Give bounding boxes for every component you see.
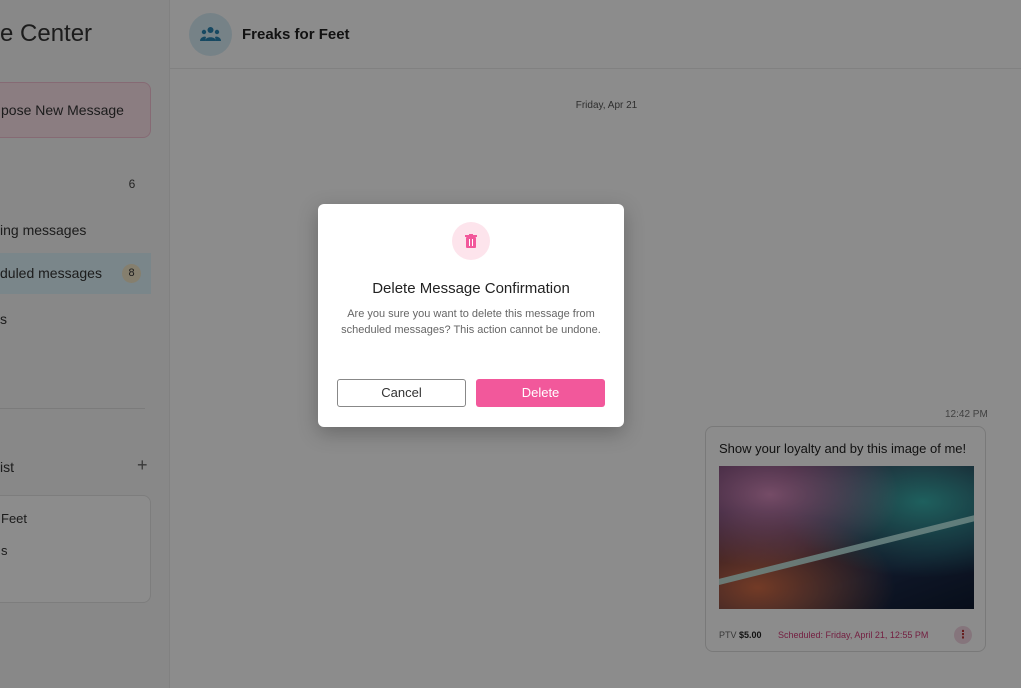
dialog-title: Delete Message Confirmation	[372, 280, 570, 297]
delete-button[interactable]: Delete	[476, 379, 605, 407]
cancel-button[interactable]: Cancel	[337, 379, 466, 407]
trash-icon	[465, 234, 477, 248]
dialog-message: Are you sure you want to delete this mes…	[341, 308, 601, 336]
trash-icon-wrapper	[452, 222, 490, 260]
delete-confirmation-dialog: Delete Message Confirmation Are you sure…	[318, 204, 624, 427]
